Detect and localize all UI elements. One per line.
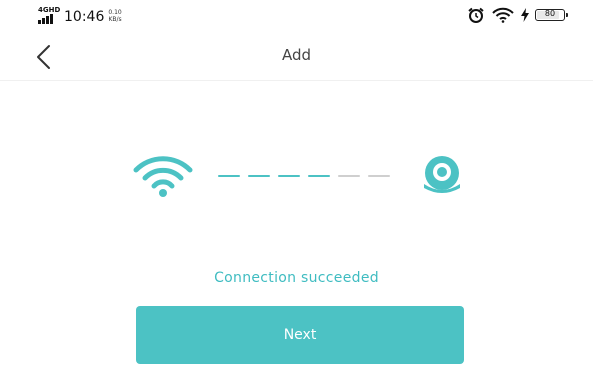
network-speed: 0.10 KB/s [108, 9, 122, 23]
battery-level: 80 [544, 9, 556, 18]
charging-icon [521, 8, 529, 22]
page-title: Add [281, 46, 312, 64]
alarm-icon [468, 7, 484, 23]
header: Add [0, 32, 593, 81]
status-bar-left: 4GHD 10:46 0.10 KB/s [38, 6, 122, 26]
cellular-signal-icon: 4GHD [38, 6, 60, 26]
battery-icon: 80 [535, 9, 568, 21]
network-type: 4GHD [38, 6, 61, 14]
next-button[interactable]: Next [136, 306, 464, 364]
connection-status-text: Connection succeeded [214, 270, 379, 286]
clock: 10:46 [64, 9, 105, 25]
status-bar: 4GHD 10:46 0.10 KB/s 80 [0, 0, 593, 30]
progress-dash [218, 175, 240, 177]
camera-icon [424, 156, 460, 193]
wifi-icon [133, 156, 193, 197]
progress-dash [338, 175, 360, 177]
wifi-status-icon [492, 7, 514, 23]
progress-dash [278, 175, 300, 177]
status-bar-right: 80 [467, 7, 568, 23]
progress-dash [308, 175, 330, 177]
progress-dashes [218, 175, 390, 177]
progress-dash [248, 175, 270, 177]
progress-dash [368, 175, 390, 177]
connection-progress [0, 150, 593, 200]
